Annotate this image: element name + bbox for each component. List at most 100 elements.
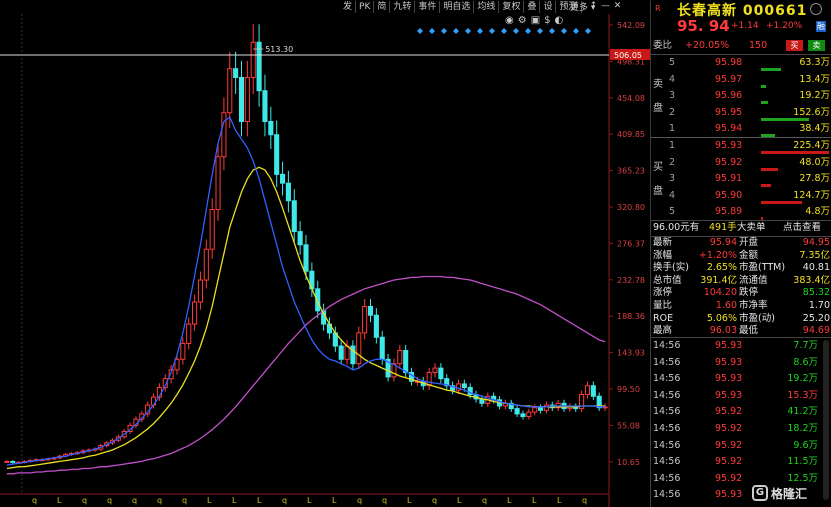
level-index: 5 <box>669 206 676 217</box>
bottom-marker-label: q <box>282 496 287 505</box>
max-price-label: 513.30 <box>265 45 293 54</box>
ask-row[interactable]: 3 95.96 19.2万 <box>651 88 831 104</box>
quote-label: 金额 <box>739 249 759 261</box>
bid-row[interactable]: 5 95.89 4.8万 <box>651 204 831 220</box>
bid-row[interactable]: 4 95.90 124.7万 <box>651 188 831 204</box>
candle-body <box>4 460 10 463</box>
ask-row[interactable]: 4 95.97 13.4万 <box>651 72 831 88</box>
quote-value: 383.4亿 <box>793 274 830 286</box>
ask-row[interactable]: 2 95.95 152.6万 <box>651 105 831 121</box>
quote-label: 市净率 <box>739 300 768 311</box>
quote-value: 2.65% <box>706 262 737 274</box>
toolbar-item-settings[interactable]: 设 <box>540 1 557 13</box>
bottom-marker-label: L <box>332 496 337 505</box>
ask-row[interactable]: 1 95.94 38.4万 <box>651 121 831 137</box>
quote-label: 最新 <box>653 237 673 248</box>
bottom-marker-label: L <box>57 496 62 505</box>
big-order-type: 大卖单 <box>737 222 766 233</box>
candle-body <box>461 383 467 388</box>
bottom-marker-label: L <box>532 496 537 505</box>
quote-value: 25.20 <box>802 312 830 324</box>
quote-label: 换手(实) <box>653 262 689 274</box>
tick-volume: 11.5万 <box>787 456 818 468</box>
bid-row[interactable]: 2 95.92 48.0万 <box>651 155 831 171</box>
kline-chart-svg[interactable]: 542.09498.31454.08409.85365.23320.80276.… <box>0 14 650 507</box>
quote-value: 94.95 <box>802 237 830 248</box>
price-change: +1.14 <box>731 21 759 31</box>
kline-chart[interactable]: 542.09 498.31 454.08 409.85 365.23 320.80 276.… <box>0 14 650 507</box>
tick-price: 95.92 <box>715 423 743 434</box>
event-marker-icon <box>441 28 447 34</box>
quote-row: 涨幅 +1.20% 金额 7.35亿 <box>651 249 831 262</box>
toolbar-item-events[interactable]: 事件 <box>415 1 441 13</box>
toolbar-item-watchlist[interactable]: 明自选 <box>440 1 475 13</box>
y-tick-label: 10.65 <box>617 458 640 467</box>
event-marker-icon <box>453 28 459 34</box>
sell-button[interactable]: 卖 <box>808 40 825 51</box>
watermark: G 格隆汇 <box>752 482 831 504</box>
expand-icon[interactable]: ↑ <box>589 1 598 11</box>
candle-body <box>215 156 221 211</box>
tick-price: 95.92 <box>715 472 743 484</box>
toolbar-item-overlay[interactable]: 叠 <box>524 1 541 13</box>
toolbar-item-fa[interactable]: 发 <box>340 1 357 13</box>
y-tick-label: 55.08 <box>617 421 640 430</box>
candle-body <box>432 367 438 373</box>
event-marker-icon <box>465 28 471 34</box>
candle-body <box>10 460 16 463</box>
y-tick-label: 409.85 <box>617 130 645 139</box>
info-icon[interactable] <box>810 3 822 15</box>
candle-body <box>250 41 256 78</box>
candle-body <box>262 90 268 123</box>
y-tick-label: 454.08 <box>617 94 645 103</box>
minimize-icon[interactable]: — <box>601 1 610 11</box>
quote-label: ROE <box>653 312 674 324</box>
buy-button[interactable]: 买 <box>786 40 803 51</box>
quote-row: 总市值 391.4亿 流通值 383.4亿 <box>651 274 831 287</box>
window-controls: ↑ — ✕ <box>589 1 622 11</box>
toolbar-item-jiuzhuan[interactable]: 九转 <box>390 1 416 13</box>
level-index: 4 <box>669 73 676 85</box>
candle-body <box>274 134 280 175</box>
ask-row[interactable]: 5 95.98 63.3万 <box>651 55 831 71</box>
toolbar-item-ma[interactable]: 均线 <box>474 1 500 13</box>
tick-price: 95.92 <box>715 406 743 418</box>
margin-badge: 融 <box>816 21 826 32</box>
candle-body <box>338 345 344 360</box>
candle-body <box>514 408 520 415</box>
quote-value: +1.20% <box>698 249 737 261</box>
level-index: 1 <box>669 140 676 151</box>
bottom-marker-label: q <box>432 496 437 505</box>
r-badge: R <box>655 4 661 13</box>
bottom-marker-label: q <box>382 496 387 505</box>
tick-price: 95.93 <box>715 373 743 385</box>
quote-label: 涨停 <box>653 287 673 299</box>
candle-body <box>543 404 549 411</box>
tick-scrollbar[interactable] <box>823 340 829 500</box>
tick-volume: 18.2万 <box>787 423 818 434</box>
tick-row: 14:5695.9241.2万↓ <box>651 404 831 420</box>
quote-value: 94.69 <box>802 325 830 337</box>
bid-row[interactable]: 1 95.93 225.4万 <box>651 138 831 154</box>
candle-body <box>192 301 198 325</box>
event-marker-icon <box>549 28 555 34</box>
toolbar-item-pk[interactable]: PK <box>356 1 375 13</box>
level-index: 4 <box>669 189 676 201</box>
tick-row: 14:5695.929.6万↓ <box>651 438 831 454</box>
bottom-marker-label: q <box>107 496 112 505</box>
toolbar-item-adjust[interactable]: 复权 <box>499 1 525 13</box>
toolbar-item-jian[interactable]: 简 <box>374 1 391 13</box>
close-icon[interactable]: ✕ <box>613 1 622 11</box>
crosshair-price-label: 506.05 <box>614 51 642 60</box>
event-marker-icon <box>477 28 483 34</box>
level-volume: 63.3万 <box>799 57 830 68</box>
level-price: 95.97 <box>715 73 743 85</box>
level-price: 95.92 <box>715 156 743 168</box>
bid-row[interactable]: 3 95.91 27.8万 <box>651 171 831 187</box>
quote-label: 开盘 <box>739 237 759 248</box>
candle-body <box>373 314 379 338</box>
tick-price: 95.92 <box>715 456 743 468</box>
big-order-link[interactable]: 点击查看 <box>783 220 821 236</box>
candle-body <box>397 349 403 365</box>
bottom-marker-label: L <box>257 496 262 505</box>
